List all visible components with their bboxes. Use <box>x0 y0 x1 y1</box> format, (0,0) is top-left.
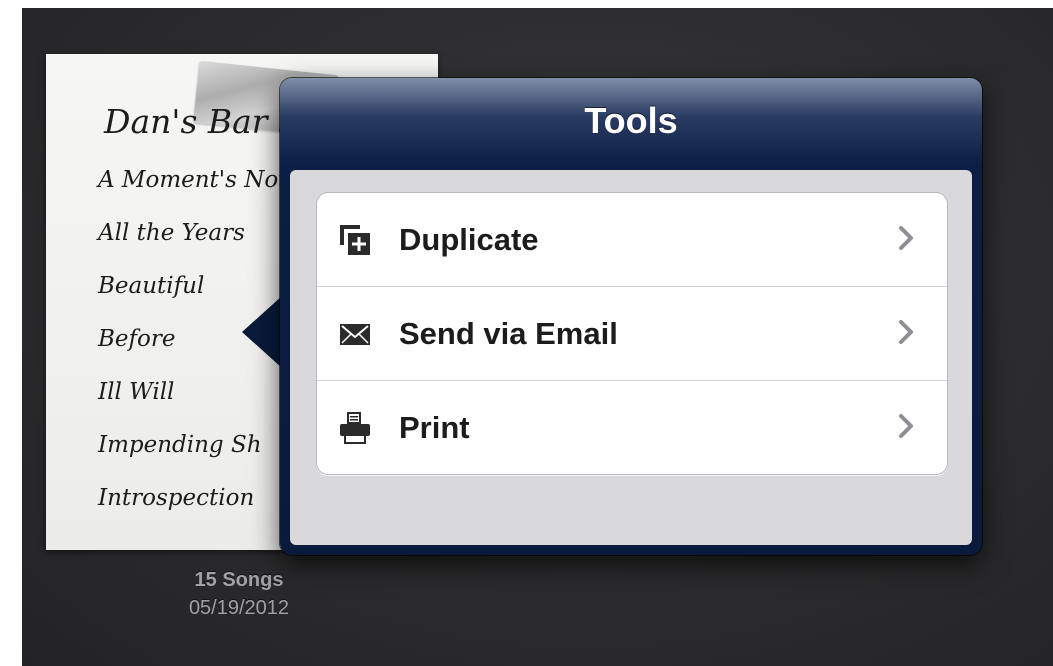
tools-popover: Tools Duplicate Send via Email Print <box>280 78 982 555</box>
envelope-icon <box>337 316 373 352</box>
setlist-meta: 15 Songs 05/19/2012 <box>154 566 324 622</box>
send-via-email-button[interactable]: Send via Email <box>317 287 947 381</box>
popover-body: Duplicate Send via Email Print <box>290 170 972 545</box>
tools-menu: Duplicate Send via Email Print <box>316 192 948 475</box>
song-count: 15 Songs <box>194 569 284 591</box>
popover-arrow <box>242 296 282 368</box>
printer-icon <box>337 410 373 446</box>
duplicate-icon <box>337 222 373 258</box>
print-button[interactable]: Print <box>317 381 947 474</box>
chevron-right-icon <box>899 414 913 438</box>
chevron-right-icon <box>899 226 913 250</box>
popover-title: Tools <box>584 100 678 141</box>
ipad-screen: Dan's Bar Set 1 A Moment's Notice All th… <box>22 8 1053 666</box>
duplicate-label: Duplicate <box>399 221 539 257</box>
chevron-right-icon <box>899 320 913 344</box>
send-via-email-label: Send via Email <box>399 315 618 351</box>
print-label: Print <box>399 409 470 445</box>
duplicate-button[interactable]: Duplicate <box>317 193 947 287</box>
setlist-date: 05/19/2012 <box>188 597 290 619</box>
